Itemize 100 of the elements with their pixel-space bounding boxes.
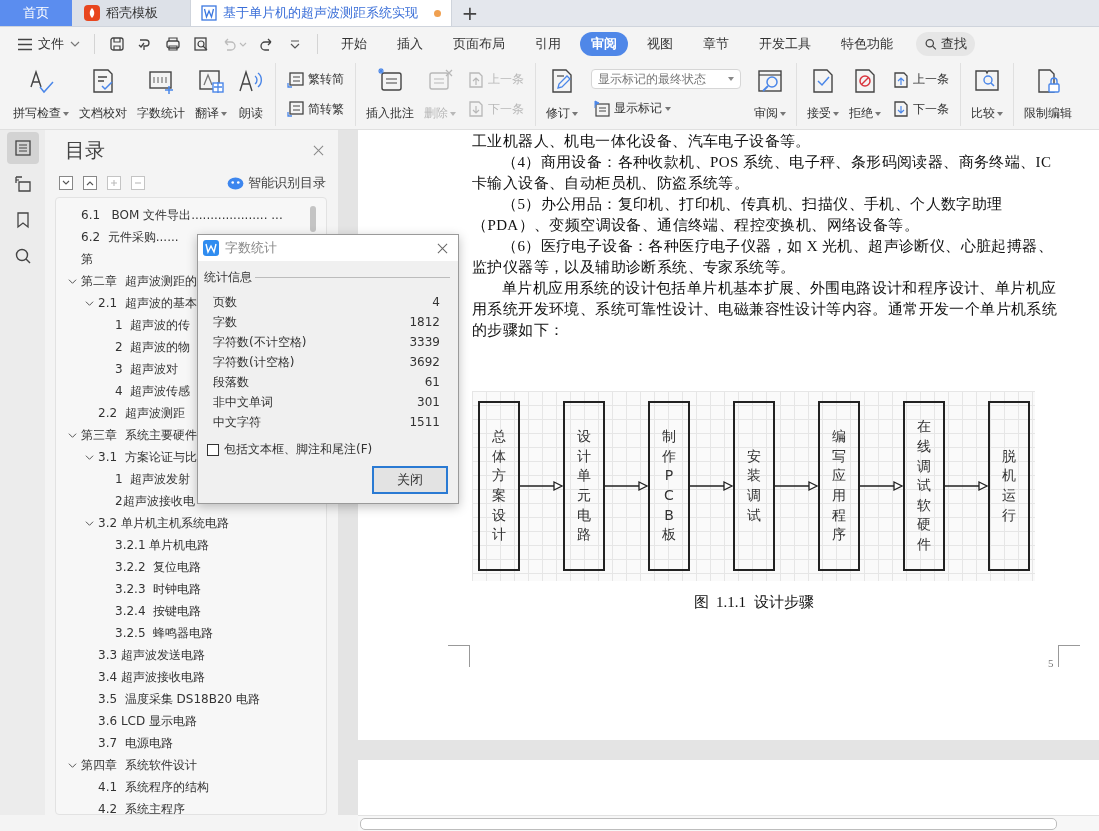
- toc-item[interactable]: 第三章 系统主要硬件: [81, 426, 197, 444]
- accept-button[interactable]: 接受: [802, 63, 844, 126]
- restrict-editing-button[interactable]: 限制编辑: [1019, 63, 1077, 126]
- caret-icon: [780, 111, 786, 116]
- ribbon-button[interactable]: 文档校对: [74, 63, 132, 126]
- ribbon-button[interactable]: 拼写检查: [8, 63, 74, 126]
- find-button[interactable]: 查找: [916, 32, 975, 56]
- close-button[interactable]: 关闭: [372, 466, 448, 494]
- previous-change-button[interactable]: 上一条: [890, 68, 951, 91]
- chevron-icon[interactable]: [68, 430, 77, 440]
- ribbon-tab[interactable]: 页面布局: [442, 32, 516, 56]
- writer-file-icon: [201, 5, 217, 21]
- chevron-icon[interactable]: [68, 760, 77, 770]
- stat-value: 3692: [409, 355, 440, 369]
- stat-label: 段落数: [213, 373, 249, 391]
- toc-item[interactable]: 4.1 系统程序的结构: [98, 778, 209, 796]
- markup-icon: [593, 99, 611, 118]
- toc-item[interactable]: 第四章 系统软件设计: [81, 756, 197, 774]
- ribbon-tab[interactable]: 视图: [636, 32, 684, 56]
- document-tab[interactable]: 稻壳模板: [72, 0, 190, 26]
- toc-item[interactable]: 4 超声波传感: [115, 382, 191, 400]
- reject-button[interactable]: 拒绝: [844, 63, 886, 126]
- toc-item[interactable]: 3.6 LCD 显示电路: [98, 712, 198, 730]
- toc-item[interactable]: 2超声波接收电: [115, 492, 195, 510]
- ribbon-button[interactable]: 翻译: [190, 63, 232, 126]
- toc-item[interactable]: 3 超声波对: [115, 360, 179, 378]
- print-icon[interactable]: [165, 36, 181, 52]
- toc-item[interactable]: 3.2.4 按键电路: [115, 602, 202, 620]
- search-icon: [924, 37, 938, 51]
- toc-item[interactable]: 3.7 电源电路: [98, 734, 173, 752]
- toc-item[interactable]: 3.1 方案论证与比: [98, 448, 197, 466]
- toc-item[interactable]: 3.2.5 蜂鸣器电路: [115, 624, 214, 642]
- toc-item[interactable]: 4.2 系统主程序: [98, 800, 185, 814]
- document-tab[interactable]: 基于单片机的超声波测距系统实现: [190, 0, 452, 26]
- crop-mark: [448, 645, 470, 667]
- ribbon-tab[interactable]: 引用: [524, 32, 572, 56]
- toc-item[interactable]: 3.5 温度采集 DS18B20 电路: [98, 690, 260, 708]
- ribbon-button[interactable]: 字数统计: [132, 63, 190, 126]
- toc-item[interactable]: 1 超声波的传: [115, 316, 191, 334]
- toc-item[interactable]: 6.2 元件采购......: [81, 228, 179, 246]
- toc-item[interactable]: 3.2.1 单片机电路: [115, 536, 210, 554]
- chevron-icon[interactable]: [85, 298, 94, 308]
- review-pane-button[interactable]: 审阅: [749, 63, 791, 126]
- toc-item[interactable]: 第: [81, 250, 93, 268]
- toc-item[interactable]: 3.3 超声波发送电路: [98, 646, 205, 664]
- ribbon-tab[interactable]: 开始: [330, 32, 378, 56]
- stat-label: 字符数(计空格): [213, 353, 295, 371]
- ribbon-button[interactable]: 简转繁: [285, 98, 346, 121]
- toc-item[interactable]: 2.2 超声波测距: [98, 404, 185, 422]
- file-menu[interactable]: 文件: [14, 33, 84, 55]
- chevron-icon[interactable]: [85, 518, 94, 528]
- close-icon[interactable]: [437, 242, 448, 254]
- toc-item[interactable]: 6.1 BOM 文件导出.................... ...: [81, 206, 283, 224]
- flow-arrow: [690, 480, 733, 492]
- show-markup-button[interactable]: 显示标记: [591, 97, 741, 120]
- flow-step: 在线调试软硬件: [903, 401, 945, 571]
- expand-all-icon[interactable]: [59, 176, 73, 190]
- chevron-icon[interactable]: [85, 452, 94, 462]
- new-tab-button[interactable]: +: [452, 0, 488, 26]
- scrollbar-thumb[interactable]: [310, 206, 316, 232]
- flow-arrow: [945, 480, 988, 492]
- dialog-title: 字数统计: [225, 239, 277, 257]
- arrow-down-icon: [892, 100, 910, 119]
- ribbon-tab[interactable]: 开发工具: [748, 32, 822, 56]
- toc-item[interactable]: 1 超声波发射: [115, 470, 191, 488]
- next-change-button[interactable]: 下一条: [890, 98, 951, 121]
- toc-item[interactable]: 2.1 超声波的基本: [98, 294, 197, 312]
- format-painter-icon[interactable]: [137, 36, 153, 52]
- checkbox[interactable]: [207, 443, 219, 456]
- scrollbar-thumb[interactable]: [360, 817, 1057, 830]
- toc-item[interactable]: 3.2.3 时钟电路: [115, 580, 202, 598]
- close-icon[interactable]: [313, 144, 324, 156]
- side-panel-icon[interactable]: [6, 132, 39, 164]
- ribbon-button[interactable]: 朗读: [232, 63, 270, 126]
- print-preview-icon[interactable]: [193, 36, 209, 52]
- toc-item[interactable]: 3.2 单片机主机系统电路: [98, 514, 229, 532]
- ribbon-tab[interactable]: 审阅: [580, 32, 628, 56]
- toc-item[interactable]: 3.2.2 复位电路: [115, 558, 202, 576]
- checkbox-label[interactable]: 包括文本框、脚注和尾注(F): [224, 441, 373, 458]
- body-paragraph: 工业机器人、机电一体化设备、汽车电子设备等。: [472, 132, 812, 151]
- ribbon-button[interactable]: 繁转简: [285, 68, 346, 91]
- track-changes-button[interactable]: 修订: [541, 63, 583, 126]
- insert-comment-button[interactable]: 插入批注: [361, 63, 419, 126]
- convert-icon: [287, 100, 305, 119]
- toc-item[interactable]: 3.4 超声波接收电路: [98, 668, 205, 686]
- stat-value: 1511: [409, 415, 440, 429]
- ribbon-tab[interactable]: 插入: [386, 32, 434, 56]
- smart-toc-button[interactable]: 智能识别目录: [227, 174, 326, 192]
- compare-button[interactable]: 比较: [966, 63, 1008, 126]
- flow-step: 设计单元电路: [563, 401, 605, 571]
- markup-dropdown[interactable]: 显示标记的最终状态: [591, 69, 741, 90]
- flow-step: 安装调试: [733, 401, 775, 571]
- caret-icon: [875, 111, 881, 116]
- ribbon-tab[interactable]: 特色功能: [830, 32, 904, 56]
- save-icon[interactable]: [109, 36, 125, 52]
- chevron-icon[interactable]: [68, 276, 77, 286]
- toc-item[interactable]: 第二章 超声波测距的: [81, 272, 197, 290]
- ribbon-tab[interactable]: 章节: [692, 32, 740, 56]
- toc-item[interactable]: 2 超声波的物: [115, 338, 191, 356]
- collapse-all-icon[interactable]: [83, 176, 97, 190]
